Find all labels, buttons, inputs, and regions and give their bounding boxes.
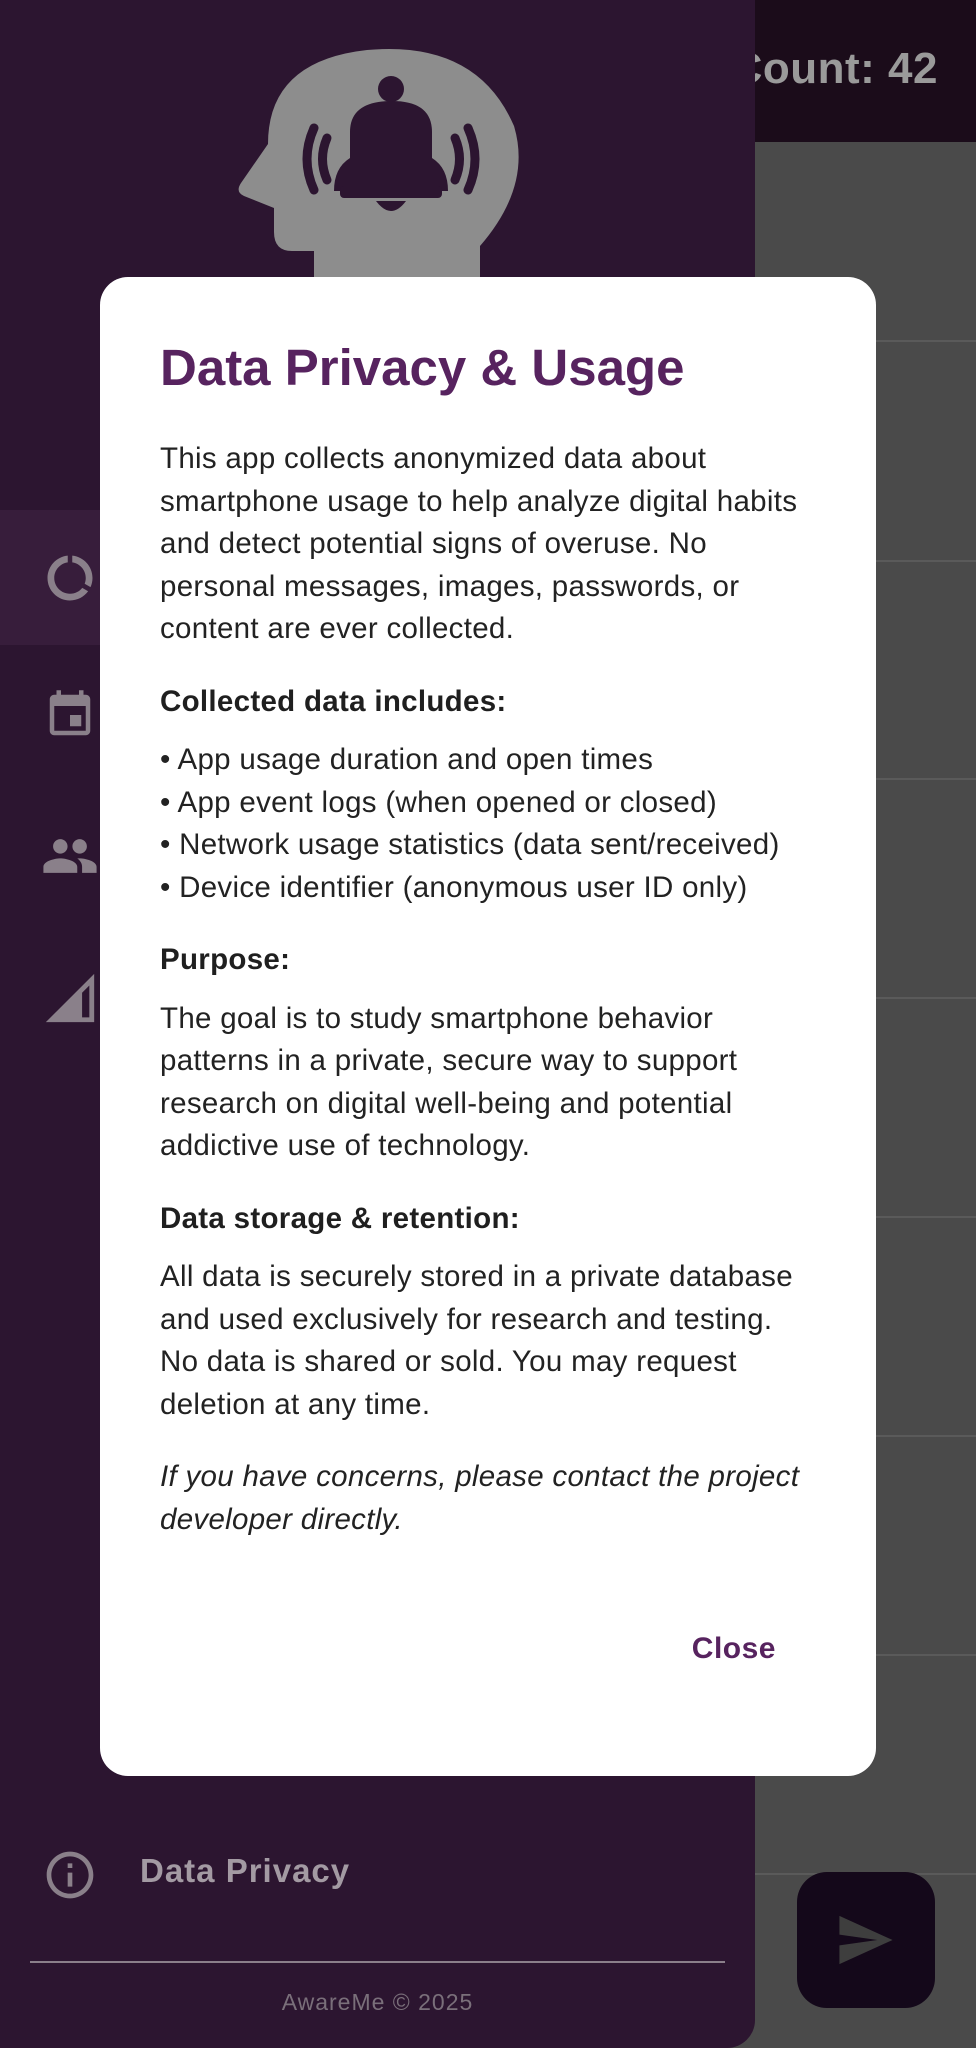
collected-list: • App usage duration and open times • Ap…: [160, 739, 816, 909]
drawer-item-data-privacy[interactable]: [40, 1845, 100, 1905]
signal-icon[interactable]: [40, 968, 100, 1028]
storage-text: All data is securely stored in a private…: [160, 1260, 793, 1421]
list-item: • App event logs (when opened or closed): [160, 785, 717, 819]
drawer-footer: AwareMe © 2025: [281, 1989, 474, 2015]
list-item: • App usage duration and open times: [160, 743, 654, 777]
dialog-title: Data Privacy & Usage: [160, 339, 685, 396]
send-button[interactable]: [797, 1872, 935, 2008]
app-bar-title: Count: 42: [730, 44, 938, 93]
dialog-body: This app collects anonymized data about …: [160, 438, 816, 1541]
drawer-divider: [30, 1961, 725, 1963]
calendar-icon[interactable]: [40, 685, 100, 745]
drawer-item-label[interactable]: Data Privacy: [140, 1852, 350, 1890]
contact-note: If you have concerns, please contact the…: [160, 1460, 800, 1536]
purpose-heading: Purpose:: [160, 943, 291, 977]
list-item: • Device identifier (anonymous user ID o…: [160, 870, 748, 904]
purpose-text: The goal is to study smartphone behavior…: [160, 1001, 738, 1163]
storage-heading: Data storage & retention:: [160, 1201, 520, 1235]
head-bell-icon: [238, 49, 519, 286]
collected-heading: Collected data includes:: [160, 684, 507, 718]
send-icon: [839, 1915, 893, 1965]
progress-circle-icon[interactable]: [40, 548, 100, 608]
dialog-intro: This app collects anonymized data about …: [160, 442, 798, 646]
close-button[interactable]: Close: [692, 1632, 776, 1666]
list-item: • Network usage statistics (data sent/re…: [160, 828, 780, 862]
privacy-dialog: Data Privacy & Usage This app collects a…: [100, 277, 876, 1776]
people-icon[interactable]: [40, 826, 100, 886]
info-icon: [46, 1851, 94, 1899]
